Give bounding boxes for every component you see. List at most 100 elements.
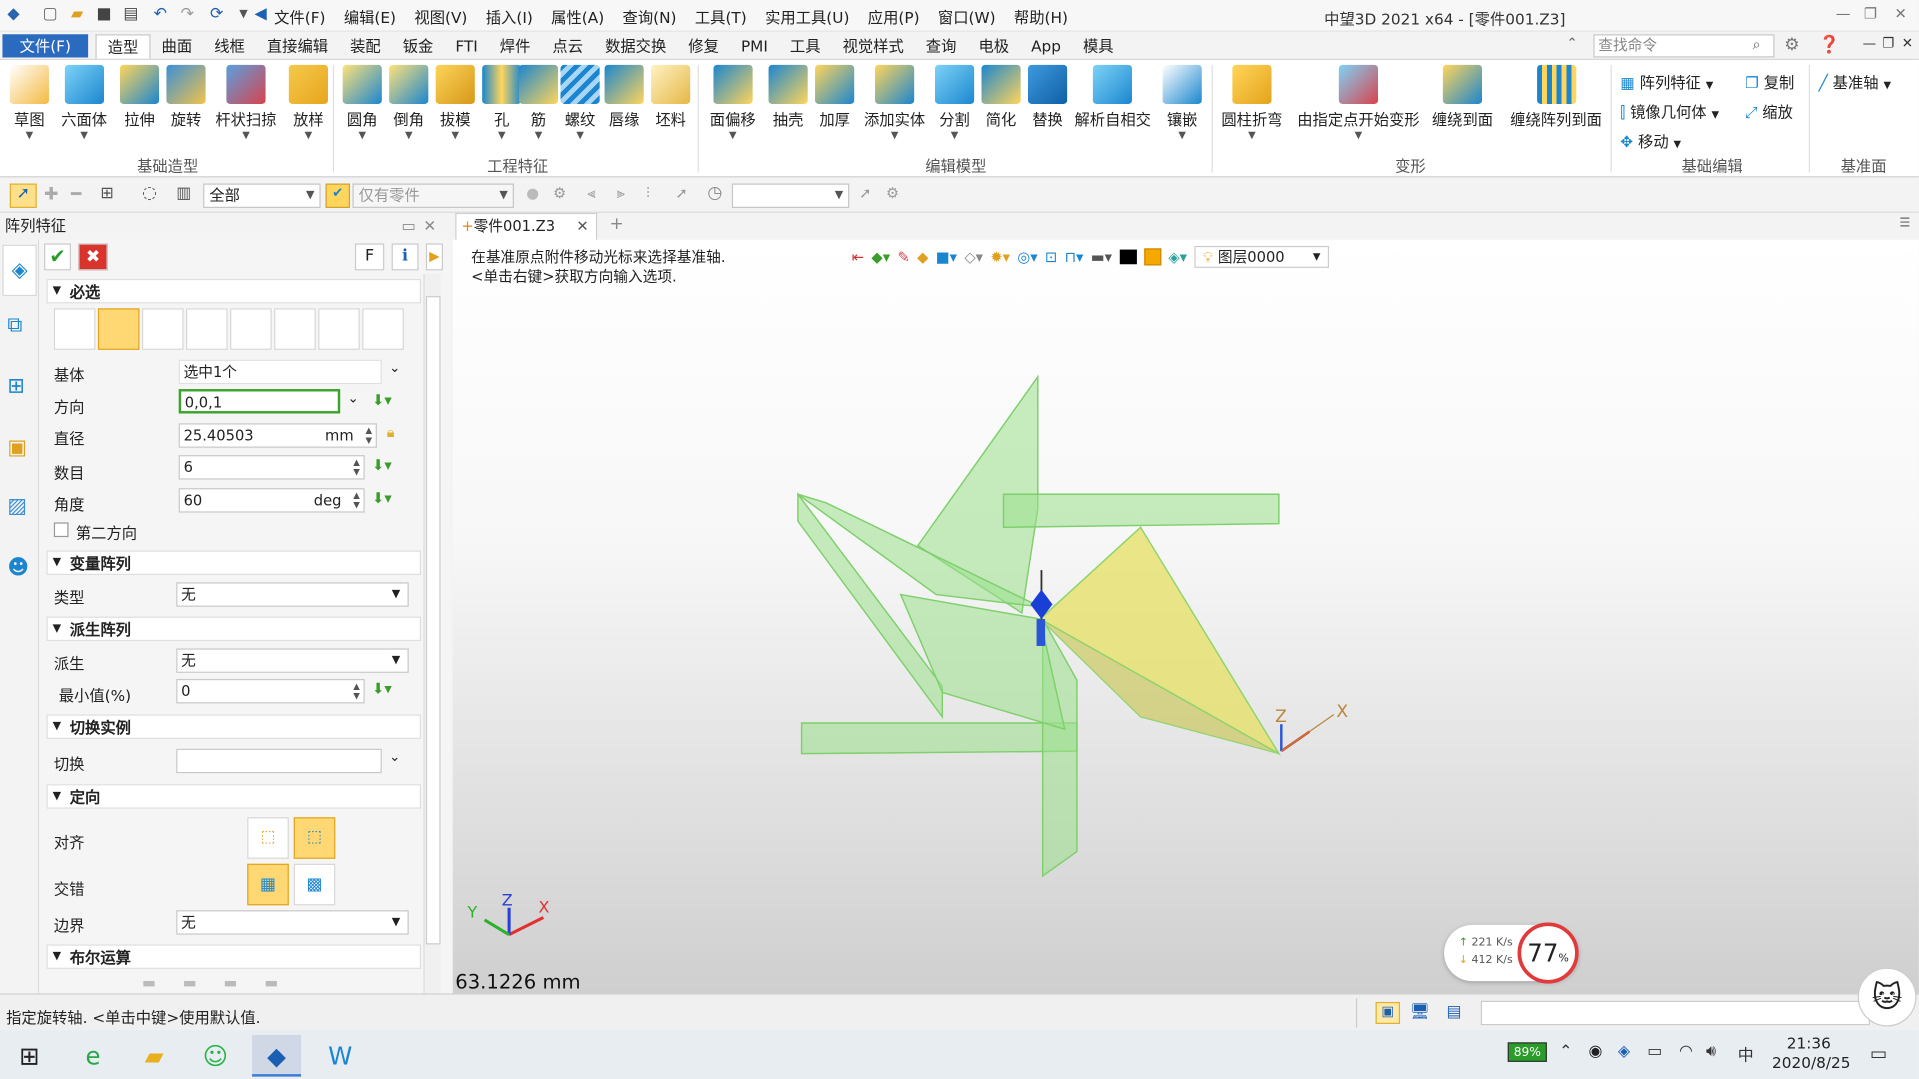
menu-help[interactable]: 帮助(H) <box>1014 5 1068 28</box>
tab-app[interactable]: App <box>1020 34 1072 58</box>
panel-pin-icon[interactable]: ▭ <box>401 213 415 240</box>
writer-app-icon[interactable]: W <box>316 1035 365 1077</box>
shell-button[interactable]: 抽壳 <box>768 64 808 130</box>
box-select-icon[interactable]: ⊞ <box>100 185 113 203</box>
view-orient-icon[interactable]: ◎▾ <box>1017 248 1037 265</box>
panel-close-icon[interactable]: ✕ <box>423 213 436 240</box>
part-icon[interactable]: ▣ <box>7 436 27 460</box>
search-icon[interactable]: ⌕ <box>1752 35 1760 53</box>
offset-stagger-icon[interactable]: ▩ <box>293 863 336 906</box>
open-folder-icon[interactable]: ▰ <box>66 4 88 26</box>
color-orange-swatch[interactable] <box>1143 248 1161 266</box>
split-button[interactable]: 分割 ▼ <box>934 64 975 142</box>
replace-button[interactable]: 替换 <box>1027 64 1068 130</box>
tab-sheetmetal[interactable]: 钣金 <box>392 34 445 58</box>
windows-start-icon[interactable]: ⊞ <box>5 1035 54 1077</box>
pick-cursor-icon[interactable]: ➚ <box>9 183 37 208</box>
tab-pointcloud[interactable]: 点云 <box>541 34 594 58</box>
section-orientation[interactable]: 定向 <box>46 784 421 809</box>
toggle-expand-icon[interactable]: ⌄ <box>389 749 400 765</box>
lasso-icon[interactable]: ◌ <box>142 184 157 204</box>
thread-button[interactable]: 螺纹 ▼ <box>560 64 600 142</box>
tab-list-icon[interactable]: ☰ <box>1899 217 1910 230</box>
min-value-input[interactable]: 0 ▲ ▼ <box>176 678 365 704</box>
wire-view-icon[interactable]: ◇▾ <box>964 248 983 265</box>
browser-icon[interactable]: e <box>69 1035 118 1077</box>
draft-button[interactable]: 拔模 ▼ <box>435 64 475 142</box>
cancel-x-icon[interactable]: ✖ <box>78 243 108 271</box>
status-input[interactable] <box>1480 1000 1870 1026</box>
zoom-fit-icon[interactable]: ⊡ <box>1045 248 1057 265</box>
section-view-icon[interactable]: ⊓▾ <box>1065 248 1084 265</box>
doc-close-icon[interactable]: ✕ <box>1902 35 1913 51</box>
tab-repair[interactable]: 修复 <box>677 34 730 58</box>
tray-chevron-icon[interactable]: ⌃ <box>1559 1042 1572 1060</box>
user-icon[interactable]: ☻ <box>7 555 29 579</box>
simplify-button[interactable]: 简化 <box>981 64 1021 130</box>
wrap-to-face-button[interactable]: 缠绕到面 <box>1432 64 1493 130</box>
min-value-spinner[interactable]: ▲ ▼ <box>353 681 360 701</box>
point-pattern-icon[interactable] <box>186 308 228 350</box>
tab-close-icon[interactable]: ✕ <box>576 214 588 238</box>
view-manager-icon[interactable]: ▨ <box>7 494 27 518</box>
tab-tools[interactable]: 工具 <box>779 34 832 58</box>
toggle-field[interactable] <box>176 748 382 774</box>
menu-file[interactable]: 文件(F) <box>274 5 325 28</box>
mirror-geometry-button[interactable]: ⫿ 镜像几何体 ▼ <box>1620 99 1719 122</box>
polygon-pattern-icon[interactable] <box>141 308 184 350</box>
menu-window[interactable]: 窗口(W) <box>938 5 996 28</box>
feature-tab-icon[interactable]: ◈ <box>2 244 37 297</box>
print-icon[interactable]: ▤ <box>120 4 142 26</box>
layer-select[interactable]: 💡︎ 图层0000 ▼ <box>1194 245 1329 268</box>
notification-icon[interactable]: ▭ <box>1870 1042 1887 1064</box>
count-input[interactable]: 6 ▲ ▼ <box>178 455 365 480</box>
self-intersect-button[interactable]: 解析自相交 <box>1074 64 1151 130</box>
scrollbar-thumb[interactable] <box>425 296 441 945</box>
box-button[interactable]: 六面体 ▼ <box>61 64 107 142</box>
cylinder-bend-button[interactable]: 圆柱折弯 ▼ <box>1221 64 1283 142</box>
network-speed-widget[interactable]: ↑ 221 K/s ↓ 412 K/s 77% <box>1444 922 1579 984</box>
shade-icon[interactable]: ◆ <box>917 248 928 265</box>
face-offset-button[interactable]: 面偏移 ▼ <box>710 64 756 142</box>
tab-electrode[interactable]: 电极 <box>967 34 1020 58</box>
datum-axis-button[interactable]: ╱ 基准轴 ▼ <box>1819 70 1891 93</box>
base-field[interactable]: 选中1个 <box>178 359 382 385</box>
menu-apps[interactable]: 应用(P) <box>868 5 920 28</box>
wechat-icon[interactable]: ☺ <box>191 1035 240 1077</box>
align-left-icon[interactable]: ⫷ <box>587 185 595 203</box>
settings-gear-icon[interactable]: ⚙ <box>1784 35 1799 55</box>
angle-input[interactable]: 60 deg ▲ ▼ <box>178 488 365 513</box>
view-mode-3-icon[interactable]: ▤ <box>1447 1003 1462 1021</box>
second-direction-checkbox[interactable] <box>53 522 69 538</box>
chamfer-button[interactable]: 倒角 ▼ <box>389 64 429 142</box>
grid-stagger-icon[interactable]: ▦ <box>247 863 289 906</box>
exit-view-icon[interactable]: ⇤ <box>852 248 864 265</box>
display-style-icon[interactable]: ✹▾ <box>990 248 1010 265</box>
snap-icon[interactable]: ● <box>526 185 539 202</box>
move-button[interactable]: ✥ 移动 ▼ <box>1620 128 1681 151</box>
menu-attribute[interactable]: 属性(A) <box>551 5 604 28</box>
lip-button[interactable]: 唇缘 <box>604 64 644 130</box>
section-boolean[interactable]: 布尔运算 <box>46 944 421 969</box>
app-logo-icon[interactable]: ◆ <box>2 4 24 26</box>
wrap-pattern-button[interactable]: 缠绕阵列到面 <box>1510 64 1602 130</box>
pointer-icon[interactable]: ➚ <box>859 185 871 202</box>
history-icon[interactable]: ◷ <box>707 184 722 204</box>
pattern-model[interactable]: X Z <box>783 362 1358 888</box>
align-option-1-icon[interactable]: ⬚ <box>247 817 289 859</box>
tray-network-app-icon[interactable]: ◈ <box>1618 1042 1630 1060</box>
3d-viewport[interactable]: 在基准原点附件移动光标来选择基准轴. <单击右键>获取方向输入选项. ⇤ ◆▾ … <box>452 239 1919 994</box>
circular-pattern-icon[interactable] <box>97 308 140 350</box>
sweep-button[interactable]: 杆状扫掠 ▼ <box>215 64 277 142</box>
loft-button[interactable]: 放样 ▼ <box>288 64 328 142</box>
curve-pattern-icon[interactable] <box>274 308 316 350</box>
boolean-options[interactable]: ▬▬▬▬ <box>142 974 326 991</box>
hole-button[interactable]: 孔 ▼ <box>482 64 522 142</box>
minimize-icon[interactable]: — <box>1836 5 1851 22</box>
ime-icon[interactable]: 中 <box>1738 1042 1754 1065</box>
blade-4[interactable] <box>800 722 1078 755</box>
tray-device-icon[interactable]: ▭ <box>1647 1042 1662 1060</box>
expand-panel-icon[interactable]: ▶ <box>425 243 444 271</box>
tab-visual-style[interactable]: 视觉样式 <box>832 34 915 58</box>
view-mode-2-icon[interactable]: 🖥︎ <box>1410 1003 1430 1021</box>
